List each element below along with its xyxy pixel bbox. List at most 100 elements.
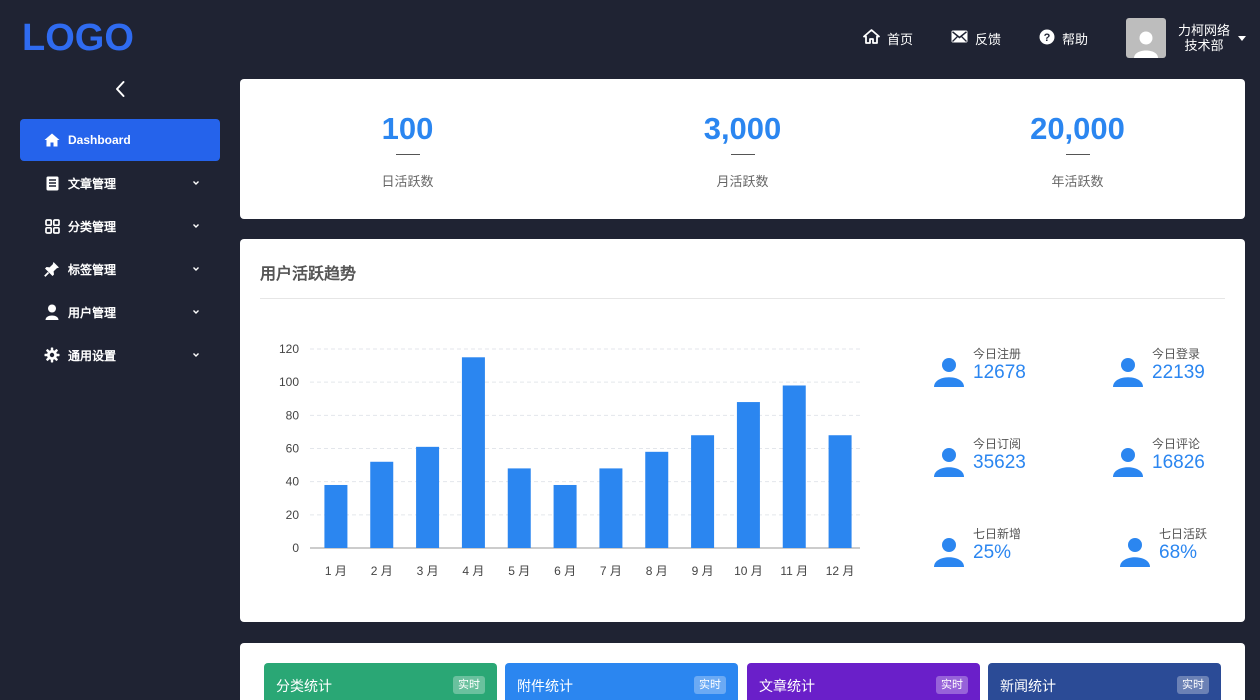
sidebar-item-categories[interactable]: 分类管理 (20, 205, 220, 247)
x-tick-label: 2 月 (371, 564, 393, 578)
svg-text:?: ? (1044, 32, 1051, 44)
y-tick-label: 100 (279, 375, 299, 389)
tile-label: 附件统计 (517, 678, 573, 694)
chevron-left-icon (116, 81, 125, 97)
bar (645, 451, 669, 548)
x-tick-label: 8 月 (646, 564, 668, 578)
bar (691, 435, 715, 548)
y-tick-label: 60 (286, 442, 300, 456)
sidebar-item-label: Dashboard (68, 133, 131, 147)
tile-label: 文章统计 (759, 678, 815, 694)
stat-value: 3,000 (703, 111, 782, 146)
tile-label: 分类统计 (276, 678, 332, 694)
user-info: 力柯网络 技术部 (1178, 23, 1230, 53)
user-icon (1113, 358, 1143, 387)
gear-icon (44, 347, 60, 363)
nav-feedback-label: 反馈 (974, 31, 1001, 47)
kpi-label: 七日新增 (973, 527, 1022, 541)
grid-icon (44, 218, 60, 234)
bar (507, 468, 531, 548)
realtime-badge: 实时 (1177, 676, 1209, 694)
home-icon (863, 29, 887, 47)
x-tick-label: 6 月 (554, 564, 576, 578)
kpi-value: 25% (973, 542, 1012, 563)
stat-label: 年活跃数 (1051, 174, 1104, 189)
sidebar-item-label: 标签管理 (68, 262, 117, 277)
kpi-value: 22139 (1152, 362, 1205, 383)
x-tick-label: 11 月 (780, 564, 808, 578)
nav-feedback[interactable]: 反馈 (951, 29, 1001, 48)
nav-help-label: 帮助 (1061, 31, 1088, 47)
user-activity-trend-card: 用户活跃趋势 0 20 40 60 80 100 120 1 月 2 月 3 月 4 月 5 月 6 月… (240, 239, 1245, 622)
sidebar-item-dashboard[interactable]: Dashboard (20, 119, 220, 161)
avatar (1125, 18, 1166, 58)
user-department: 技术部 (1184, 38, 1224, 53)
bar (461, 357, 485, 548)
bar (416, 446, 440, 548)
x-tick-label: 7 月 (600, 564, 622, 578)
user-icon (44, 304, 60, 320)
bar (370, 461, 394, 548)
nav-help[interactable]: ? 帮助 (1039, 29, 1088, 48)
sidebar-item-settings[interactable]: 通用设置 (20, 334, 220, 376)
category-stats-tile[interactable]: 分类统计 实时 (264, 663, 497, 700)
stat-label: 月活跃数 (716, 174, 769, 189)
bar (599, 468, 623, 548)
x-tick-label: 10 月 (734, 564, 763, 578)
user-company: 力柯网络 (1177, 23, 1230, 38)
kpi-label: 今日登录 (1152, 347, 1201, 361)
tile-label: 新闻统计 (1000, 678, 1056, 694)
sidebar-item-label: 文章管理 (68, 176, 117, 191)
news-stats-tile[interactable]: 新闻统计 实时 (988, 663, 1221, 700)
kpi-value: 12678 (973, 362, 1026, 383)
stat-value: 100 (381, 111, 434, 146)
sidebar-item-label: 分类管理 (68, 219, 117, 234)
chevron-down-icon (193, 181, 199, 185)
y-tick-label: 40 (286, 475, 300, 489)
user-icon (1113, 448, 1143, 477)
collapse-sidebar-button[interactable] (112, 80, 130, 98)
stat-value: 20,000 (1030, 111, 1125, 146)
bar (782, 385, 806, 548)
chevron-down-icon (193, 224, 199, 228)
stat-label: 日活跃数 (381, 174, 434, 189)
sidebar-item-label: 用户管理 (68, 305, 117, 320)
kpi-today-register: 今日注册 12678 (933, 347, 1026, 387)
y-tick-label: 0 (292, 541, 299, 555)
logo[interactable]: LOGO (22, 16, 134, 60)
user-menu[interactable]: 力柯网络 技术部 (1125, 18, 1246, 58)
bar (736, 402, 760, 548)
kpi-today-subscribe: 今日订阅 35623 (933, 437, 1026, 477)
sidebar: Dashboard 文章管理 分类管理 标签管理 用户管理 通用设置 (20, 119, 220, 377)
user-icon (934, 538, 964, 567)
bar (553, 484, 577, 548)
article-stats-tile[interactable]: 文章统计 实时 (747, 663, 980, 700)
divider (260, 298, 1225, 299)
kpi-today-comment: 今日评论 16826 (1112, 437, 1205, 477)
chevron-down-icon (193, 353, 199, 357)
kpi-value: 16826 (1152, 452, 1205, 473)
kpi-label: 今日评论 (1152, 437, 1201, 451)
user-icon (1120, 538, 1150, 567)
stat-monthly-active: 3,000 月活跃数 (575, 79, 910, 219)
home-icon (44, 132, 60, 148)
y-tick-label: 20 (286, 508, 300, 522)
divider (1065, 154, 1090, 155)
kpi-label: 今日订阅 (973, 437, 1022, 451)
x-tick-label: 5 月 (508, 564, 530, 578)
realtime-badge: 实时 (694, 676, 726, 694)
x-tick-label: 1 月 (325, 564, 347, 578)
user-icon (934, 358, 964, 387)
activity-stats-card: 100 日活跃数 3,000 月活跃数 20,000 年活跃数 (240, 79, 1245, 219)
attachment-stats-tile[interactable]: 附件统计 实时 (505, 663, 738, 700)
x-tick-label: 4 月 (462, 564, 484, 578)
sidebar-item-articles[interactable]: 文章管理 (20, 162, 220, 204)
y-tick-label: 80 (286, 408, 300, 422)
nav-home[interactable]: 首页 (863, 29, 913, 48)
kpi-value: 35623 (973, 452, 1026, 473)
pin-icon (44, 261, 60, 277)
kpi-label: 七日活跃 (1159, 527, 1208, 541)
caret-down-icon (1238, 35, 1246, 41)
sidebar-item-users[interactable]: 用户管理 (20, 291, 220, 333)
sidebar-item-tags[interactable]: 标签管理 (20, 248, 220, 290)
